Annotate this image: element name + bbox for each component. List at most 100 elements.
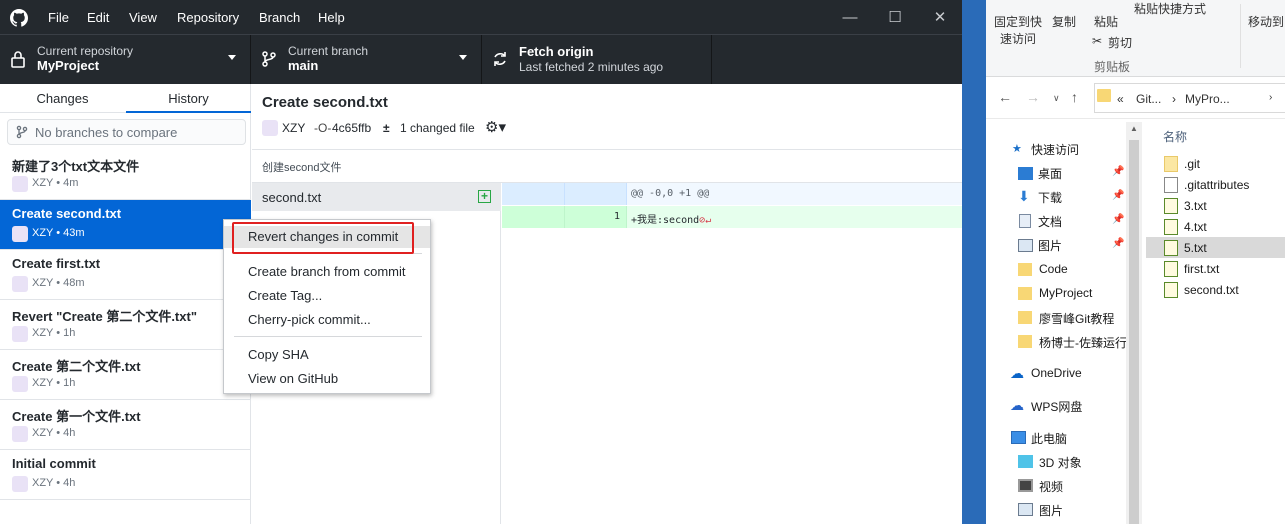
file-item[interactable]: second.txt + — [252, 183, 501, 211]
hunk-header-text: @@ -0,0 +1 @@ — [631, 188, 710, 199]
nav-onedrive[interactable]: OneDrive — [1031, 366, 1082, 380]
file-row[interactable]: .git — [1146, 153, 1285, 174]
chevron-down-icon[interactable]: › — [1269, 92, 1272, 103]
fetch-subtitle: Last fetched 2 minutes ago — [519, 60, 664, 74]
folder-icon — [1097, 89, 1111, 102]
file-icon — [1164, 177, 1178, 193]
commit-item[interactable]: 新建了3个txt文本文件 XZY • 4m — [0, 150, 251, 200]
menu-view-on-github[interactable]: View on GitHub — [224, 368, 430, 390]
commit-sha[interactable]: 4c65ffb — [332, 121, 371, 135]
minimize-icon[interactable]: — — [840, 8, 860, 28]
file-name: .gitattributes — [1184, 178, 1250, 192]
nav-wps[interactable]: WPS网盘 — [1031, 398, 1082, 415]
commit-title: Initial commit — [12, 456, 96, 471]
branch-compare-input[interactable]: No branches to compare — [7, 119, 246, 145]
commit-author: XZY — [282, 121, 306, 135]
fetch-origin-button[interactable]: Fetch origin Last fetched 2 minutes ago — [482, 35, 712, 84]
name-column-header[interactable]: 名称 — [1163, 128, 1187, 145]
maximize-icon[interactable]: ☐ — [885, 8, 905, 28]
commit-item[interactable]: Create 第二个文件.txt XZY • 1h — [0, 350, 251, 400]
fetch-title: Fetch origin — [519, 44, 594, 59]
scrollbar-thumb[interactable] — [1129, 140, 1139, 524]
file-name: first.txt — [1184, 262, 1220, 276]
copy-button[interactable]: 复制 — [1052, 13, 1076, 30]
chevron-down-icon — [228, 55, 236, 60]
gutter-old — [502, 183, 565, 205]
nav-folder[interactable]: 杨博士-佐臻运行 — [1039, 334, 1127, 351]
commit-description-text: 创建second文件 — [262, 162, 342, 174]
commit-item[interactable]: Create first.txt XZY • 48m — [0, 250, 251, 300]
move-to-button[interactable]: 移动到 — [1248, 13, 1284, 30]
file-row[interactable]: first.txt — [1146, 258, 1285, 279]
back-arrow-icon[interactable]: ← — [998, 89, 1012, 105]
commit-meta: XZY • 4h — [32, 427, 76, 439]
sidebar-tabs: Changes History — [0, 84, 251, 113]
nav-scrollbar[interactable]: ▲ — [1126, 122, 1142, 524]
commit-item[interactable]: Revert "Create 第二个文件.txt" XZY • 1h — [0, 300, 251, 350]
diff-view: @@ -0,0 +1 @@ 1 +我是:second⊘↵ — [502, 183, 962, 524]
branch-icon — [16, 125, 28, 139]
text-file-icon — [1164, 240, 1178, 256]
menu-file[interactable]: File — [48, 10, 69, 25]
menu-edit[interactable]: Edit — [87, 10, 109, 25]
file-row[interactable]: .gitattributes — [1146, 174, 1285, 195]
nav-videos[interactable]: 视频 — [1039, 478, 1063, 495]
commit-item[interactable]: Create 第一个文件.txt XZY • 4h — [0, 400, 251, 450]
file-row[interactable]: 3.txt — [1146, 195, 1285, 216]
file-name: 5.txt — [1184, 241, 1207, 255]
file-name: 4.txt — [1184, 220, 1207, 234]
menu-view[interactable]: View — [129, 10, 157, 25]
commit-item[interactable]: Initial commit XZY • 4h — [0, 450, 251, 500]
pin-quick-access-button[interactable]: 固定到快 — [994, 13, 1042, 30]
commit-meta: XZY • 1h — [32, 327, 76, 339]
menu-create-branch[interactable]: Create branch from commit — [224, 261, 430, 283]
nav-pictures[interactable]: 图片 — [1038, 237, 1062, 254]
menu-separator — [234, 336, 422, 337]
address-part[interactable]: MyPro... — [1185, 92, 1230, 106]
current-branch-button[interactable]: Current branch main — [251, 35, 482, 84]
menu-branch[interactable]: Branch — [259, 10, 300, 25]
cut-button[interactable]: 剪切 — [1108, 34, 1132, 51]
nav-downloads[interactable]: 下载 — [1038, 189, 1062, 206]
address-box[interactable]: « Git... › MyPro... › — [1094, 83, 1285, 113]
nav-3d-objects[interactable]: 3D 对象 — [1039, 454, 1082, 471]
text-file-icon — [1164, 198, 1178, 214]
paste-button[interactable]: 粘贴 — [1094, 13, 1118, 30]
chevron-down-icon — [459, 55, 467, 60]
added-line-text: +我是:second⊘↵ — [631, 211, 711, 226]
file-row[interactable]: 4.txt — [1146, 216, 1285, 237]
menu-create-tag[interactable]: Create Tag... — [224, 285, 430, 307]
menu-cherry-pick[interactable]: Cherry-pick commit... — [224, 309, 430, 331]
nav-folder[interactable]: 廖雪峰Git教程 — [1039, 310, 1114, 327]
menu-copy-sha[interactable]: Copy SHA — [224, 344, 430, 366]
commit-item-selected[interactable]: Create second.txt XZY • 43m — [0, 200, 251, 250]
close-icon[interactable]: ✕ — [930, 8, 950, 28]
file-row[interactable]: second.txt — [1146, 279, 1285, 300]
file-row-selected[interactable]: 5.txt — [1146, 237, 1285, 258]
nav-pictures-pc[interactable]: 图片 — [1039, 502, 1063, 519]
commit-description: 创建second文件 — [252, 149, 962, 183]
pictures-icon — [1018, 503, 1033, 516]
up-arrow-icon[interactable]: ↑ — [1071, 89, 1078, 105]
tab-history[interactable]: History — [126, 84, 251, 113]
nav-desktop[interactable]: 桌面 — [1038, 165, 1062, 182]
gutter-old — [502, 206, 565, 228]
menu-repository[interactable]: Repository — [177, 10, 239, 25]
menu-help[interactable]: Help — [318, 10, 345, 25]
compare-placeholder: No branches to compare — [35, 125, 178, 140]
paste-shortcut-button[interactable]: 粘贴快捷方式 — [1134, 0, 1206, 17]
nav-myproject[interactable]: MyProject — [1039, 286, 1092, 300]
nav-this-pc[interactable]: 此电脑 — [1031, 430, 1067, 447]
branch-icon — [262, 51, 276, 67]
address-part[interactable]: Git... — [1136, 92, 1161, 106]
forward-arrow-icon[interactable]: → — [1026, 89, 1040, 105]
chevron-down-icon[interactable]: ∨ — [1053, 93, 1060, 104]
chevron-up-icon[interactable]: ▲ — [1126, 124, 1142, 133]
documents-icon — [1019, 214, 1031, 228]
current-repository-button[interactable]: Current repository MyProject — [0, 35, 251, 84]
tab-changes[interactable]: Changes — [0, 84, 125, 113]
nav-code[interactable]: Code — [1039, 262, 1068, 276]
nav-documents[interactable]: 文档 — [1038, 213, 1062, 230]
nav-quick-access[interactable]: 快速访问 — [1031, 141, 1079, 158]
gear-icon[interactable]: ⚙▾ — [485, 118, 506, 136]
